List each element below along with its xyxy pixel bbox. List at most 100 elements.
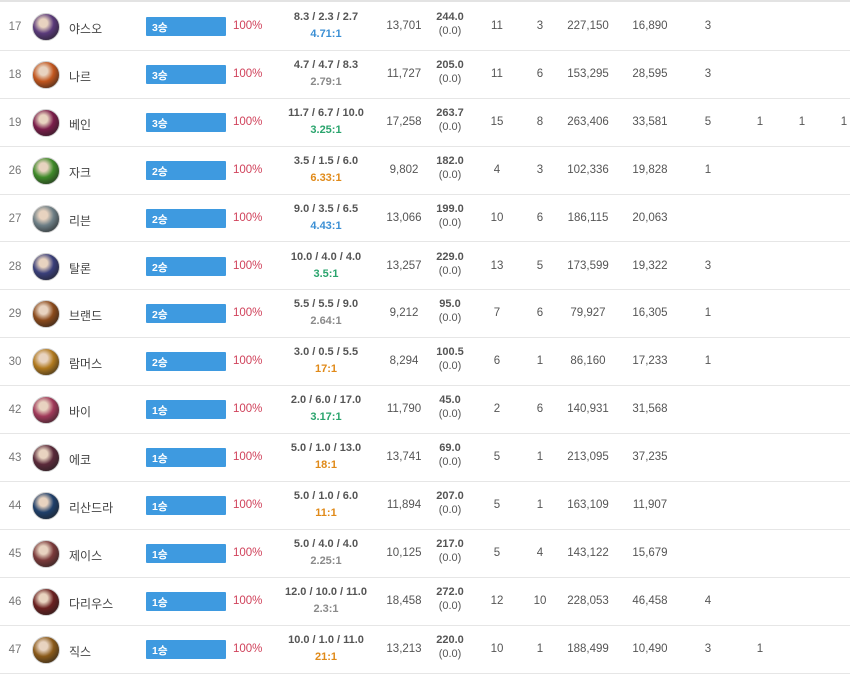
- damage-taken: 46,458: [632, 594, 668, 607]
- champion-portrait-icon[interactable]: [32, 60, 60, 89]
- rank-number: 30: [8, 356, 22, 369]
- cs-sub-value: (0.0): [438, 120, 462, 133]
- damage-taken: 16,305: [632, 307, 668, 320]
- champion-portrait-icon[interactable]: [32, 108, 60, 137]
- cs-value: 205.0: [436, 58, 464, 71]
- cs-value: 263.7: [436, 106, 464, 119]
- champion-name[interactable]: 베인: [69, 116, 91, 133]
- champion-name[interactable]: 람머스: [69, 355, 102, 372]
- stat-1: 12: [490, 594, 504, 607]
- champion-portrait-icon[interactable]: [32, 492, 60, 520]
- table-row[interactable]: 28 탈론 2승 100% 10.0 / 4.0 / 4.0 3.5:1 13,257 229…: [0, 243, 850, 291]
- stat-1: 11: [491, 20, 503, 32]
- table-row[interactable]: 45 제이스 1승 100% 5.0 / 4.0 / 4.0 2.25:1 10,125 21…: [0, 530, 850, 578]
- kda-ratio: 17:1: [314, 363, 338, 376]
- cs-sub-value: (0.0): [438, 360, 462, 373]
- win-rate: 100%: [233, 211, 263, 224]
- champion-name[interactable]: 자크: [69, 164, 91, 181]
- cs-sub-value: (0.0): [438, 504, 462, 516]
- champion-portrait-icon[interactable]: [32, 13, 60, 41]
- champion-name[interactable]: 직스: [69, 643, 91, 660]
- cs-value: 69.0: [439, 442, 461, 455]
- kda-values: 5.0 / 4.0 / 4.0: [293, 537, 359, 550]
- damage-dealt: 163,109: [567, 499, 609, 511]
- rank-number: 46: [8, 595, 22, 608]
- win-rate: 100%: [233, 163, 263, 176]
- gold-value: 13,741: [386, 451, 422, 464]
- champion-name[interactable]: 에코: [69, 451, 91, 468]
- champion-name[interactable]: 바이: [69, 403, 91, 420]
- table-row[interactable]: 46 다리우스 1승 100% 12.0 / 10.0 / 11.0 2.3:1 18,45…: [0, 578, 850, 626]
- champion-name[interactable]: 제이스: [69, 547, 102, 564]
- kda-values: 5.5 / 5.5 / 9.0: [293, 298, 359, 311]
- cs-cell: 220.0 (0.0): [428, 634, 472, 660]
- stat-2: 1: [536, 451, 544, 464]
- champion-portrait-icon[interactable]: [32, 204, 60, 233]
- champion-portrait-icon[interactable]: [32, 444, 60, 473]
- damage-taken: 10,490: [632, 642, 668, 655]
- multikill-1: 1: [704, 307, 712, 320]
- champion-portrait-icon[interactable]: [32, 300, 60, 329]
- wins-label: 1승: [152, 453, 168, 466]
- wins-label: 1승: [152, 501, 168, 513]
- stat-2: 3: [536, 20, 544, 32]
- damage-dealt: 227,150: [567, 20, 609, 32]
- win-rate: 100%: [233, 355, 263, 368]
- table-row[interactable]: 42 바이 1승 100% 2.0 / 6.0 / 17.0 3.17:1 11,790 45…: [0, 386, 850, 435]
- champion-portrait-icon[interactable]: [32, 635, 60, 664]
- gold-value: 13,701: [386, 20, 422, 32]
- cs-sub-value: (0.0): [438, 408, 462, 421]
- champion-portrait-icon[interactable]: [32, 396, 60, 425]
- rank-number: 47: [8, 643, 22, 656]
- stat-1: 5: [493, 499, 501, 511]
- champion-portrait-icon[interactable]: [32, 348, 60, 377]
- champion-portrait-icon[interactable]: [32, 156, 60, 185]
- champion-name[interactable]: 리븐: [69, 212, 91, 229]
- table-row[interactable]: 26 자크 2승 100% 3.5 / 1.5 / 6.0 6.33:1 9,802 182.…: [0, 147, 850, 195]
- kda-ratio: 2.79:1: [310, 75, 342, 88]
- table-row[interactable]: 17 야스오 3승 100% 8.3 / 2.3 / 2.7 4.71:1 13,701 24…: [0, 3, 850, 51]
- kda-values: 2.0 / 6.0 / 17.0: [290, 394, 362, 407]
- table-row[interactable]: 18 나르 3승 100% 4.7 / 4.7 / 8.3 2.79:1 11,727 205…: [0, 51, 850, 99]
- cs-value: 182.0: [436, 154, 464, 167]
- stat-2: 1: [536, 642, 544, 655]
- table-row[interactable]: 44 리산드라 1승 100% 5.0 / 1.0 / 6.0 11:1 11,894 207…: [0, 482, 850, 530]
- champion-portrait-icon[interactable]: [32, 539, 60, 568]
- rank-number: 44: [8, 500, 22, 512]
- table-row[interactable]: 43 에코 1승 100% 5.0 / 1.0 / 13.0 18:1 13,741 69.0…: [0, 434, 850, 482]
- rank-number: 19: [8, 116, 22, 129]
- table-row[interactable]: 19 베인 3승 100% 11.7 / 6.7 / 10.0 3.25:1 17,258 2…: [0, 99, 850, 147]
- table-row[interactable]: 47 직스 1승 100% 10.0 / 1.0 / 11.0 21:1 13,213 220…: [0, 626, 850, 674]
- cs-cell: 229.0 (0.0): [428, 251, 472, 277]
- table-row[interactable]: 30 람머스 2승 100% 3.0 / 0.5 / 5.5 17:1 8,294 100.5…: [0, 338, 850, 387]
- champion-name[interactable]: 브랜드: [69, 307, 102, 324]
- damage-dealt: 140,931: [567, 403, 609, 416]
- champion-portrait-icon[interactable]: [32, 587, 60, 616]
- champion-name[interactable]: 나르: [69, 68, 91, 85]
- cs-cell: 45.0 (0.0): [428, 394, 472, 420]
- kda-cell: 3.0 / 0.5 / 5.5 17:1: [280, 346, 372, 375]
- damage-dealt: 228,053: [567, 594, 609, 607]
- champion-portrait-icon[interactable]: [32, 252, 60, 281]
- cs-sub-value: (0.0): [438, 264, 462, 277]
- kda-cell: 4.7 / 4.7 / 8.3 2.79:1: [280, 59, 372, 88]
- champion-name[interactable]: 리산드라: [69, 499, 113, 516]
- win-rate: 100%: [233, 451, 263, 464]
- wins-bar: 3승: [146, 64, 226, 84]
- cs-sub-value: (0.0): [438, 551, 462, 564]
- champion-name[interactable]: 다리우스: [69, 595, 113, 612]
- kda-cell: 5.0 / 1.0 / 13.0 18:1: [280, 442, 372, 471]
- wins-label: 1승: [152, 644, 168, 657]
- table-row[interactable]: 29 브랜드 2승 100% 5.5 / 5.5 / 9.0 2.64:1 9,212 95.…: [0, 290, 850, 339]
- champion-name[interactable]: 야스오: [69, 20, 102, 37]
- stat-1: 6: [493, 355, 501, 368]
- table-row[interactable]: 27 리븐 2승 100% 9.0 / 3.5 / 6.5 4.43:1 13,066 199…: [0, 195, 850, 243]
- wins-label: 3승: [152, 117, 168, 130]
- wins-bar: 1승: [146, 496, 226, 515]
- gold-value: 11,790: [386, 403, 422, 416]
- win-rate: 100%: [233, 403, 263, 416]
- cs-sub-value: (0.0): [438, 25, 462, 37]
- kda-cell: 5.0 / 4.0 / 4.0 2.25:1: [280, 538, 372, 567]
- cs-sub-value: (0.0): [438, 647, 462, 660]
- champion-name[interactable]: 탈론: [69, 260, 91, 277]
